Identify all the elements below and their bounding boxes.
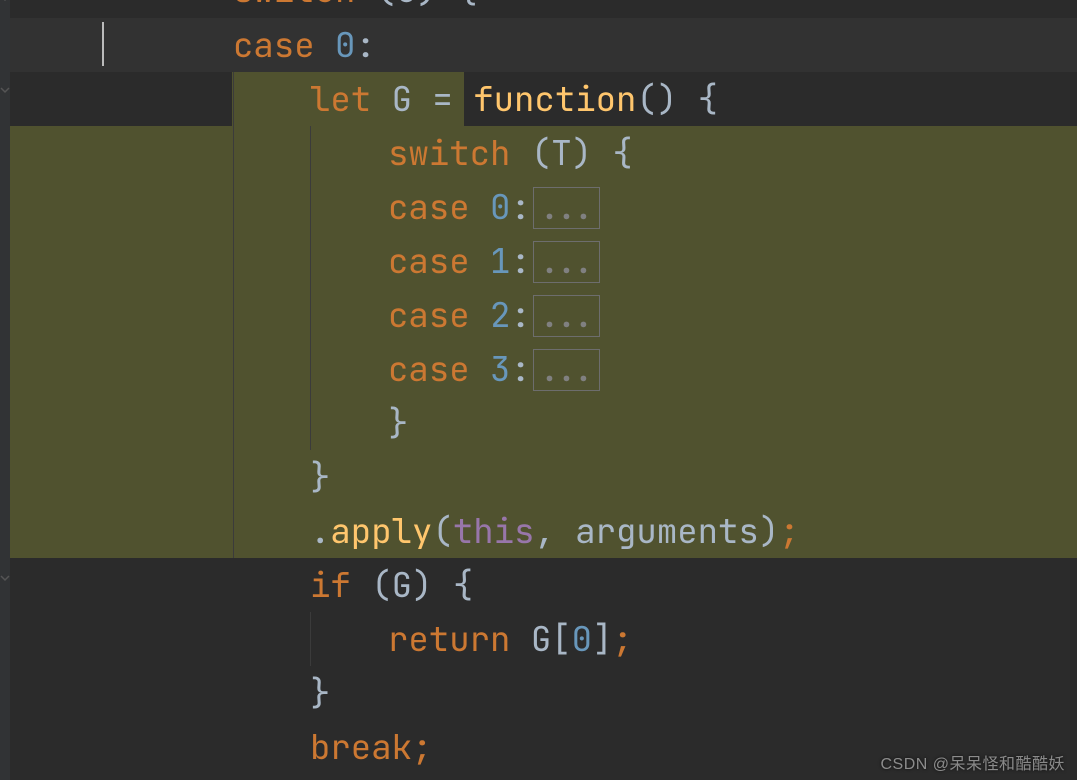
code-line[interactable]: case 0:... bbox=[0, 180, 1077, 234]
token-kw: ; bbox=[612, 617, 632, 662]
token-punct: . bbox=[310, 509, 330, 554]
token-punct: ) bbox=[412, 563, 432, 608]
token-ident: arguments bbox=[575, 509, 759, 554]
token-punct: , bbox=[534, 509, 575, 554]
token-ident: G bbox=[392, 77, 412, 122]
token-punct: : bbox=[510, 293, 530, 338]
token-punct: : bbox=[510, 239, 530, 284]
token-call: apply bbox=[330, 509, 432, 554]
token-ident: G bbox=[392, 563, 412, 608]
token-punct: } bbox=[388, 401, 408, 446]
token-punct: [ bbox=[551, 617, 571, 662]
fold-placeholder[interactable]: ... bbox=[533, 349, 600, 392]
code-line[interactable]: break; bbox=[0, 720, 1077, 774]
token-num: 1 bbox=[490, 239, 510, 284]
token-ident: T bbox=[551, 131, 571, 176]
token-num: 0 bbox=[335, 23, 355, 68]
token-kw: case bbox=[388, 185, 490, 230]
token-punct: { bbox=[437, 0, 478, 13]
indent-guide bbox=[310, 126, 311, 450]
token-punct: ( bbox=[432, 509, 452, 554]
code-line[interactable]: case 1:... bbox=[0, 234, 1077, 288]
token-num: 0 bbox=[572, 617, 592, 662]
token-ident: G bbox=[531, 617, 551, 662]
token-punct: () bbox=[636, 77, 677, 122]
fold-placeholder[interactable]: ... bbox=[533, 187, 600, 230]
token-punct: : bbox=[510, 347, 530, 392]
token-punct: { bbox=[592, 131, 633, 176]
code-line[interactable]: case 2:... bbox=[0, 288, 1077, 342]
token-punct: ) bbox=[572, 131, 592, 176]
token-kw: case bbox=[388, 239, 490, 284]
token-kw: switch bbox=[233, 0, 376, 13]
token-kw: switch bbox=[388, 131, 531, 176]
token-punct: } bbox=[310, 455, 330, 500]
token-punct: : bbox=[355, 23, 375, 68]
code-line[interactable]: } bbox=[0, 450, 1077, 504]
code-line[interactable]: switch (O) { bbox=[0, 0, 1077, 17]
token-punct: ( bbox=[376, 0, 396, 13]
token-fn: function bbox=[473, 77, 636, 122]
code-line[interactable]: } bbox=[0, 666, 1077, 720]
code-line[interactable]: case 3:... bbox=[0, 342, 1077, 396]
token-kw: case bbox=[388, 347, 490, 392]
token-punct: ) bbox=[417, 0, 437, 13]
token-kw: break bbox=[310, 725, 412, 770]
fold-placeholder[interactable]: ... bbox=[533, 295, 600, 338]
token-punct: : bbox=[510, 185, 530, 230]
code-line[interactable]: if (G) { bbox=[0, 558, 1077, 612]
token-punct: ] bbox=[592, 617, 612, 662]
token-this: this bbox=[453, 509, 535, 554]
token-punct: { bbox=[432, 563, 473, 608]
token-kw: case bbox=[233, 23, 335, 68]
token-punct: ) bbox=[759, 509, 779, 554]
token-kw: if bbox=[310, 563, 371, 608]
token-num: 2 bbox=[490, 293, 510, 338]
code-line[interactable]: } bbox=[0, 396, 1077, 450]
token-punct: ( bbox=[371, 563, 391, 608]
indent-guide bbox=[233, 72, 234, 558]
indent-guide bbox=[310, 612, 311, 666]
code-line[interactable]: case 0: bbox=[0, 18, 1077, 72]
token-punct: { bbox=[677, 77, 718, 122]
code-line[interactable]: switch (T) { bbox=[0, 126, 1077, 180]
token-kw: ; bbox=[412, 725, 432, 770]
token-num: 3 bbox=[490, 347, 510, 392]
token-num: 0 bbox=[490, 185, 510, 230]
token-ident: O bbox=[396, 0, 416, 13]
token-kw: ; bbox=[779, 509, 799, 554]
code-line[interactable]: .apply(this, arguments); bbox=[0, 504, 1077, 558]
code-line[interactable]: return G[0]; bbox=[0, 612, 1077, 666]
fold-placeholder[interactable]: ... bbox=[533, 241, 600, 284]
token-punct: } bbox=[310, 671, 330, 716]
token-kw: return bbox=[388, 617, 531, 662]
token-kw: case bbox=[388, 293, 490, 338]
code-line[interactable]: let G = function() { bbox=[0, 72, 1077, 126]
token-kw: let bbox=[310, 77, 392, 122]
token-punct: ( bbox=[531, 131, 551, 176]
token-punct: = bbox=[412, 77, 473, 122]
